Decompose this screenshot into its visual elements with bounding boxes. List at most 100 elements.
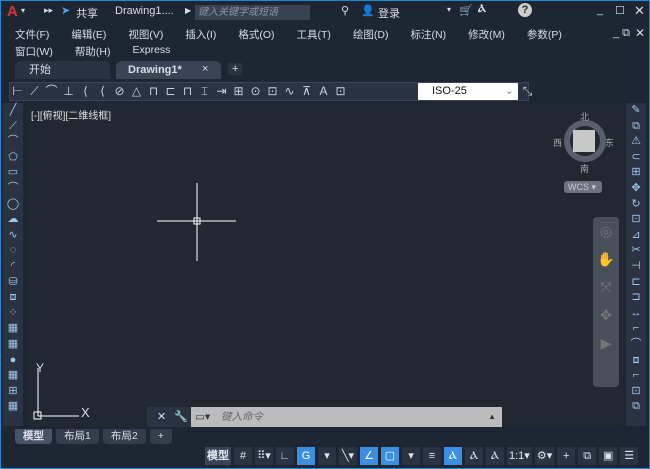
diameter-dim-icon[interactable]: ⊘ <box>112 83 127 100</box>
insert-block-icon[interactable]: ⛁ <box>3 275 23 291</box>
menu-item[interactable]: 视图(V) <box>128 27 163 42</box>
hatch-icon[interactable]: ▦ <box>3 321 23 337</box>
explode-icon[interactable]: ⧈ <box>626 353 646 369</box>
arc-icon[interactable]: ⌒ <box>3 181 23 197</box>
viewcube[interactable] <box>564 120 606 162</box>
arc-length-dim-icon[interactable]: ⌒ <box>44 83 59 100</box>
annotation-monitor-icon[interactable]: + <box>557 447 576 465</box>
menu-item[interactable]: 插入(I) <box>185 27 216 42</box>
steering-wheel-icon[interactable]: ◎ <box>593 217 619 245</box>
tab-start[interactable]: 开始 <box>15 61 110 79</box>
scale-icon[interactable]: ⊡ <box>626 212 646 228</box>
circle-icon[interactable]: ◯ <box>3 197 23 213</box>
break-icon[interactable]: ⊐ <box>626 290 646 306</box>
annotation-scale-select[interactable]: 1:1▾ <box>507 447 532 465</box>
move-icon[interactable]: ✥ <box>626 181 646 197</box>
customization-menu-icon[interactable]: ☰ <box>620 447 639 465</box>
lengthen-icon[interactable]: ⊡ <box>626 384 646 400</box>
polyline-icon[interactable]: ⟋ <box>3 119 23 135</box>
add-layout-button[interactable]: + <box>149 429 172 444</box>
quick-access-expand-icon[interactable]: ▸▸ <box>44 5 53 16</box>
minimize-button[interactable]: _ <box>597 4 603 16</box>
dropdown-icon[interactable]: ▾ <box>318 447 336 465</box>
layout-tab[interactable]: 模型 <box>15 429 52 444</box>
recent-commands-icon[interactable]: ▭▾ <box>195 407 210 427</box>
menu-item[interactable]: 帮助(H) <box>75 44 111 59</box>
menu-item[interactable]: 绘图(D) <box>353 27 389 42</box>
object-snap-tracking-icon[interactable]: ∠ <box>360 447 378 465</box>
fullscreen-icon[interactable]: ▣ <box>599 447 618 465</box>
arc-3pt-icon[interactable]: ⌒ <box>3 134 23 150</box>
dim-update-icon[interactable]: ⊡ <box>333 83 348 100</box>
ortho-icon[interactable]: ∟ <box>276 447 294 465</box>
dim-style-select[interactable]: ISO-25 ⌄ <box>418 83 518 100</box>
compass-east[interactable]: 东 <box>605 136 614 149</box>
center-mark-icon[interactable]: ⊙ <box>248 83 263 100</box>
stretch-icon[interactable]: ⊿ <box>626 228 646 244</box>
command-input[interactable]: 键入命令 ▭▾ ▲ <box>191 407 502 427</box>
maximize-button[interactable]: ☐ <box>615 4 625 17</box>
radius-dim-icon[interactable]: ⟨ <box>78 83 93 100</box>
search-input[interactable]: 键入关键字或短语 <box>195 5 310 20</box>
help-icon[interactable]: ? <box>518 3 532 17</box>
polygon-icon[interactable]: ⬠ <box>3 150 23 166</box>
blend-icon[interactable]: ⌐ <box>626 368 646 384</box>
dim-text-edit-icon[interactable]: A <box>316 83 331 100</box>
drawing-canvas[interactable]: 北 南 东 西 WCS ▾ ◎ ✋ ⤧ ✥ ▶ Y X <box>27 103 623 426</box>
doc-close-button[interactable]: ✕ <box>635 26 645 40</box>
join-icon[interactable]: ↔ <box>626 306 646 322</box>
mirror-icon[interactable]: ⚠ <box>626 134 646 150</box>
menu-item[interactable]: 窗口(W) <box>15 44 53 59</box>
close-command-icon[interactable]: ✕ <box>157 410 166 423</box>
compass-north[interactable]: 北 <box>580 110 589 123</box>
layout-tab[interactable]: 布局1 <box>56 429 99 444</box>
wcs-dropdown[interactable]: WCS ▾ <box>564 181 602 193</box>
menu-item[interactable]: 标注(N) <box>411 27 447 42</box>
menu-item[interactable]: 格式(O) <box>238 27 274 42</box>
app-logo-icon[interactable]: A <box>7 3 18 20</box>
tolerance-icon[interactable]: ⊞ <box>231 83 246 100</box>
tab-close-icon[interactable]: × <box>202 63 208 75</box>
trim-icon[interactable]: ✂ <box>626 243 646 259</box>
dim-break-icon[interactable]: ⇥ <box>214 83 229 100</box>
model-space-button[interactable]: 模型 <box>205 447 231 465</box>
compass-south[interactable]: 南 <box>580 162 589 175</box>
isodraft-icon[interactable]: ╲▾ <box>339 447 357 465</box>
gradient-icon[interactable]: ▦ <box>3 337 23 353</box>
menu-item[interactable]: Express <box>132 44 170 59</box>
fillet-icon[interactable]: ⌒ <box>626 337 646 353</box>
table-icon[interactable]: ▦ <box>3 368 23 384</box>
app-menu-chevron-icon[interactable]: ▾ <box>21 6 25 15</box>
inspect-icon[interactable]: ⊡ <box>265 83 280 100</box>
object-snap-icon[interactable]: ▢ <box>381 447 399 465</box>
autodesk-a360-icon[interactable]: Ⲁ <box>478 3 486 16</box>
dim-space-icon[interactable]: ⌶ <box>197 83 212 100</box>
offset-icon[interactable]: ⊂ <box>626 150 646 166</box>
close-button[interactable]: ✕ <box>634 3 645 19</box>
ellipse-icon[interactable]: ◌ <box>3 243 23 259</box>
customize-wrench-icon[interactable]: 🔧 <box>174 410 188 423</box>
mtext-icon[interactable]: ⊞ <box>3 384 23 400</box>
region-icon[interactable]: ● <box>3 353 23 369</box>
erase-icon[interactable]: ✎ <box>626 103 646 119</box>
orbit-icon[interactable]: ✥ <box>593 301 619 329</box>
aligned-dim-icon[interactable]: ⟋ <box>27 83 42 100</box>
share-button[interactable]: 共享 <box>76 5 98 21</box>
spline-icon[interactable]: ∿ <box>3 228 23 244</box>
zoom-extents-icon[interactable]: ⤧ <box>593 273 619 301</box>
command-history-icon[interactable]: ▲ <box>488 407 496 427</box>
jogged-dim-icon[interactable]: ⟨ <box>95 83 110 100</box>
search-icon[interactable]: ⚲ <box>341 4 349 17</box>
polar-tracking-icon[interactable]: G <box>297 447 315 465</box>
snap-icon[interactable]: ⠿▾ <box>255 447 273 465</box>
menu-item[interactable]: 参数(P) <box>527 27 562 42</box>
menu-item[interactable]: 修改(M) <box>468 27 505 42</box>
revcloud-icon[interactable]: ☁ <box>3 212 23 228</box>
rectangle-icon[interactable]: ▭ <box>3 165 23 181</box>
extend-icon[interactable]: ⊣ <box>626 259 646 275</box>
baseline-dim-icon[interactable]: ⊏ <box>163 83 178 100</box>
doc-minimize-button[interactable]: _ ⧉ <box>613 27 630 40</box>
ellipse-arc-icon[interactable]: ◜ <box>3 259 23 275</box>
dropdown-icon[interactable]: ▾ <box>402 447 420 465</box>
isolate-objects-icon[interactable]: ⧉ <box>578 447 597 465</box>
